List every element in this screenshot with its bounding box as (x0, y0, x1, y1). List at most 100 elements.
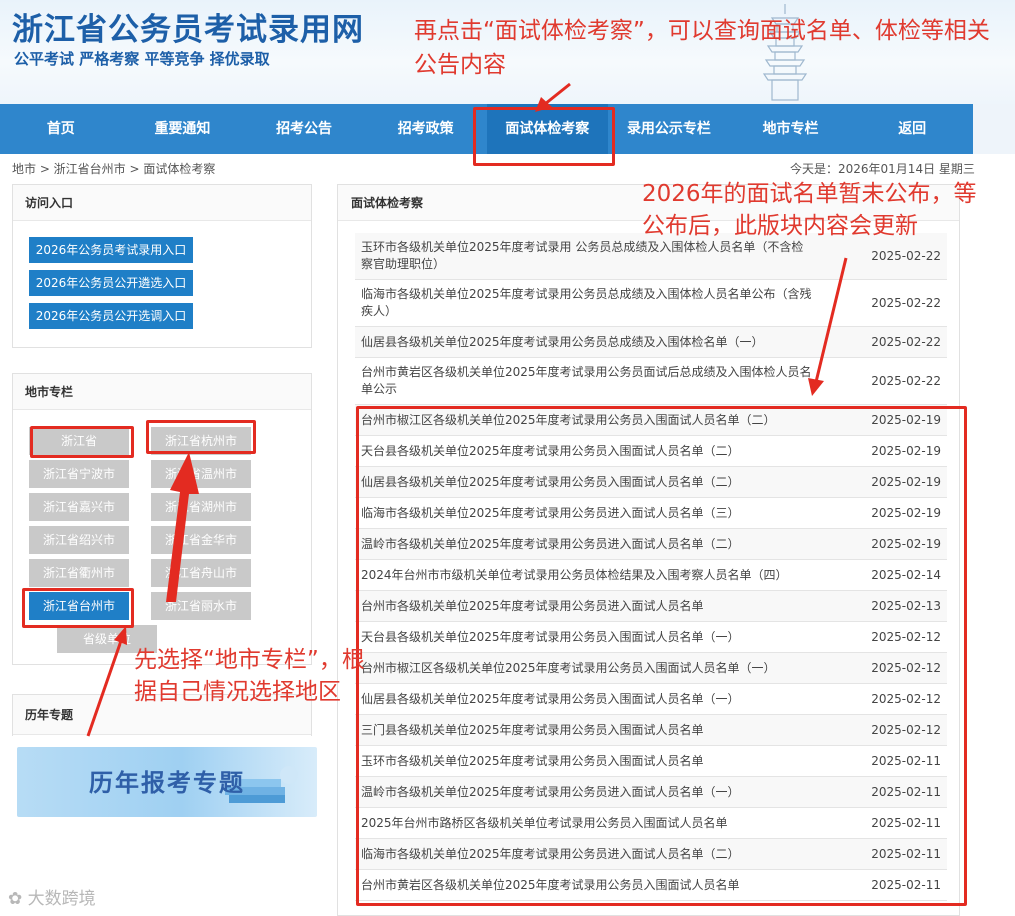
announcement-row[interactable]: 仙居县各级机关单位2025年度考试录用公务员入围面试人员名单（二） 2025-02… (355, 467, 947, 498)
watermark-logo-icon: ✿ (8, 889, 23, 909)
announcement-title[interactable]: 2025年台州市路桥区各级机关单位考试录用公务员入围面试人员名单 (355, 808, 815, 832)
announcement-title[interactable]: 天台县各级机关单位2025年度考试录用公务员入围面试人员名单（一） (355, 622, 815, 646)
announcement-row[interactable]: 台州市椒江区各级机关单位2025年度考试录用公务员入围面试人员名单（一） 2025… (355, 653, 947, 684)
selection-entry-button[interactable]: 2026年公务员公开遴选入口 (29, 270, 193, 296)
announcement-date: 2025-02-12 (871, 630, 941, 644)
announcement-date: 2025-02-22 (871, 335, 941, 349)
history-banner-label: 历年报考专题 (89, 769, 245, 797)
city-hangzhou[interactable]: 浙江省杭州市 (151, 427, 251, 455)
nav-home[interactable]: 首页 (0, 104, 122, 154)
annotation-right-note: 2026年的面试名单暂未公布，等公布后，此版块内容会更新 (642, 181, 977, 239)
announcement-row[interactable]: 临海市各级机关单位2025年度考试录用公务员进入面试人员名单（二） 2025-02… (355, 839, 947, 870)
nav-back[interactable]: 返回 (851, 104, 973, 154)
nav-hiring-publicity[interactable]: 录用公示专栏 (608, 104, 730, 154)
city-jiaxing[interactable]: 浙江省嘉兴市 (29, 493, 129, 521)
announcement-title[interactable]: 仙居县各级机关单位2025年度考试录用公务员总成绩及入围体检名单（一） (355, 327, 815, 351)
announcement-row[interactable]: 台州市黄岩区各级机关单位2025年度考试录用公务员入围面试人员名单 2025-02… (355, 870, 947, 901)
announcement-title[interactable]: 临海市各级机关单位2025年度考试录用公务员进入面试人员名单（三） (355, 498, 815, 522)
city-wenzhou[interactable]: 浙江省温州市 (151, 460, 251, 488)
access-entry-title: 访问入口 (13, 185, 311, 221)
announcement-title[interactable]: 三门县各级机关单位2025年度考试录用公务员入围面试人员名单 (355, 715, 815, 739)
site-slogan: 公平考试 严格考察 平等竞争 择优录取 (14, 50, 270, 68)
site-title[interactable]: 浙江省公务员考试录用网 (12, 4, 364, 49)
announcement-title[interactable]: 临海市各级机关单位2025年度考试录用公务员总成绩及入围体检人员名单公布（含残疾… (355, 280, 815, 320)
announcement-date: 2025-02-11 (871, 816, 941, 830)
announcement-row[interactable]: 临海市各级机关单位2025年度考试录用公务员总成绩及入围体检人员名单公布（含残疾… (355, 280, 947, 327)
breadcrumb[interactable]: 地市 > 浙江省台州市 > 面试体检考察 (12, 160, 215, 177)
announcement-title[interactable]: 仙居县各级机关单位2025年度考试录用公务员入围面试人员名单（二） (355, 467, 815, 491)
announcement-title[interactable]: 台州市黄岩区各级机关单位2025年度考试录用公务员入围面试人员名单 (355, 870, 815, 894)
announcement-title[interactable]: 玉环市各级机关单位2025年度考试录用公务员入围面试人员名单 (355, 746, 815, 770)
city-quzhou[interactable]: 浙江省衢州市 (29, 559, 129, 587)
exam-entry-button[interactable]: 2026年公务员考试录用入口 (29, 237, 193, 263)
city-huzhou[interactable]: 浙江省湖州市 (151, 493, 251, 521)
announcement-title[interactable]: 临海市各级机关单位2025年度考试录用公务员进入面试人员名单（二） (355, 839, 815, 863)
announcement-row[interactable]: 2024年台州市市级机关单位考试录用公务员体检结果及入围考察人员名单（四） 202… (355, 560, 947, 591)
announcement-row[interactable]: 临海市各级机关单位2025年度考试录用公务员进入面试人员名单（三） 2025-02… (355, 498, 947, 529)
city-shaoxing[interactable]: 浙江省绍兴市 (29, 526, 129, 554)
announcement-row[interactable]: 台州市各级机关单位2025年度考试录用公务员进入面试人员名单 2025-02-13 (355, 591, 947, 622)
announcement-date: 2025-02-19 (871, 413, 941, 427)
watermark-text: 大数跨境 (27, 889, 96, 909)
transfer-entry-button[interactable]: 2026年公务员公开选调入口 (29, 303, 193, 329)
announcement-title[interactable]: 仙居县各级机关单位2025年度考试录用公务员入围面试人员名单（一） (355, 684, 815, 708)
announcement-row[interactable]: 台州市黄岩区各级机关单位2025年度考试录用公务员面试后总成绩及入围体检人员名单… (355, 358, 947, 405)
announcement-row[interactable]: 仙居县各级机关单位2025年度考试录用公务员总成绩及入围体检名单（一） 2025-… (355, 327, 947, 358)
city-lishui[interactable]: 浙江省丽水市 (151, 592, 251, 620)
announcement-date: 2025-02-12 (871, 692, 941, 706)
announcement-row[interactable]: 2025年台州市路桥区各级机关单位考试录用公务员入围面试人员名单 2025-02-… (355, 808, 947, 839)
announcement-date: 2025-02-19 (871, 537, 941, 551)
announcement-row[interactable]: 仙居县各级机关单位2025年度考试录用公务员入围面试人员名单（一） 2025-02… (355, 684, 947, 715)
announcement-row[interactable]: 温岭市各级机关单位2025年度考试录用公务员进入面试人员名单（一） 2025-02… (355, 777, 947, 808)
announcement-date: 2025-02-11 (871, 847, 941, 861)
annotation-header-note: 再点击“面试体检考察”，可以查询面试名单、体检等相关公告内容 (414, 18, 990, 78)
site-header: 浙江省公务员考试录用网 公平考试 严格考察 平等竞争 择优录取 再点击“面试体检… (0, 0, 1015, 104)
history-banner[interactable]: 历年报考专题 (17, 747, 317, 817)
annotation-left-note: 先选择“地市专栏”，根据自己情况选择地区 (134, 647, 365, 705)
announcement-title[interactable]: 温岭市各级机关单位2025年度考试录用公务员进入面试人员名单（一） (355, 777, 815, 801)
city-column-panel: 地市专栏 浙江省 浙江省宁波市 浙江省嘉兴市 浙江省绍兴市 浙江省衢州市 浙江省… (12, 373, 312, 665)
city-zhoushan[interactable]: 浙江省舟山市 (151, 559, 251, 587)
nav-interview-exam[interactable]: 面试体检考察 (486, 104, 609, 154)
announcement-title[interactable]: 台州市椒江区各级机关单位2025年度考试录用公务员入围面试人员名单（一） (355, 653, 815, 677)
nav-important-notices[interactable]: 重要通知 (122, 104, 244, 154)
announcement-title[interactable]: 台州市黄岩区各级机关单位2025年度考试录用公务员面试后总成绩及入围体检人员名单… (355, 358, 815, 398)
city-jinhua[interactable]: 浙江省金华市 (151, 526, 251, 554)
nav-recruitment-announcements[interactable]: 招考公告 (243, 104, 365, 154)
main-nav: 首页 重要通知 招考公告 招考政策 面试体检考察 录用公示专栏 地市专栏 返回 (0, 104, 973, 154)
nav-city-column[interactable]: 地市专栏 (730, 104, 852, 154)
nav-right-spacer (973, 104, 1015, 154)
current-date: 今天是：2026年01月14日 星期三 (790, 162, 975, 176)
announcement-date: 2025-02-11 (871, 785, 941, 799)
interview-exam-panel: 面试体检考察 玉环市各级机关单位2025年度考试录用 公务员总成绩及入围体检人员… (337, 184, 960, 916)
announcement-title[interactable]: 天台县各级机关单位2025年度考试录用公务员入围面试人员名单（二） (355, 436, 815, 460)
announcement-date: 2025-02-13 (871, 599, 941, 613)
announcement-date: 2025-02-19 (871, 506, 941, 520)
announcement-row[interactable]: 天台县各级机关单位2025年度考试录用公务员入围面试人员名单（二） 2025-02… (355, 436, 947, 467)
announcement-date: 2025-02-12 (871, 723, 941, 737)
announcement-date: 2025-02-12 (871, 661, 941, 675)
access-entry-panel: 访问入口 2026年公务员考试录用入口 2026年公务员公开遴选入口 2026年… (12, 184, 312, 348)
watermark: ✿ 大数跨境 (8, 884, 96, 909)
announcement-date: 2025-02-19 (871, 475, 941, 489)
announcement-row[interactable]: 天台县各级机关单位2025年度考试录用公务员入围面试人员名单（一） 2025-02… (355, 622, 947, 653)
announcement-row[interactable]: 台州市椒江区各级机关单位2025年度考试录用公务员入围面试人员名单（二） 2025… (355, 405, 947, 436)
announcement-date: 2025-02-22 (871, 374, 941, 388)
announcement-title[interactable]: 温岭市各级机关单位2025年度考试录用公务员进入面试人员名单（二） (355, 529, 815, 553)
city-column-title: 地市专栏 (13, 374, 311, 410)
city-ningbo[interactable]: 浙江省宁波市 (29, 460, 129, 488)
announcement-row[interactable]: 三门县各级机关单位2025年度考试录用公务员入围面试人员名单 2025-02-12 (355, 715, 947, 746)
announcement-date: 2025-02-22 (871, 296, 941, 310)
city-taizhou[interactable]: 浙江省台州市 (29, 592, 129, 620)
nav-recruitment-policy[interactable]: 招考政策 (365, 104, 487, 154)
announcement-row[interactable]: 温岭市各级机关单位2025年度考试录用公务员进入面试人员名单（二） 2025-02… (355, 529, 947, 560)
announcement-title[interactable]: 台州市椒江区各级机关单位2025年度考试录用公务员入围面试人员名单（二） (355, 405, 815, 429)
announcement-date: 2025-02-11 (871, 754, 941, 768)
announcement-title[interactable]: 台州市各级机关单位2025年度考试录用公务员进入面试人员名单 (355, 591, 815, 615)
city-zhejiang[interactable]: 浙江省 (29, 427, 129, 455)
announcement-list: 玉环市各级机关单位2025年度考试录用 公务员总成绩及入围体检人员名单（不含检察… (355, 233, 947, 901)
announcement-title[interactable]: 2024年台州市市级机关单位考试录用公务员体检结果及入围考察人员名单（四） (355, 560, 815, 584)
announcement-date: 2025-02-19 (871, 444, 941, 458)
announcement-date: 2025-02-11 (871, 878, 941, 892)
announcement-row[interactable]: 玉环市各级机关单位2025年度考试录用公务员入围面试人员名单 2025-02-11 (355, 746, 947, 777)
